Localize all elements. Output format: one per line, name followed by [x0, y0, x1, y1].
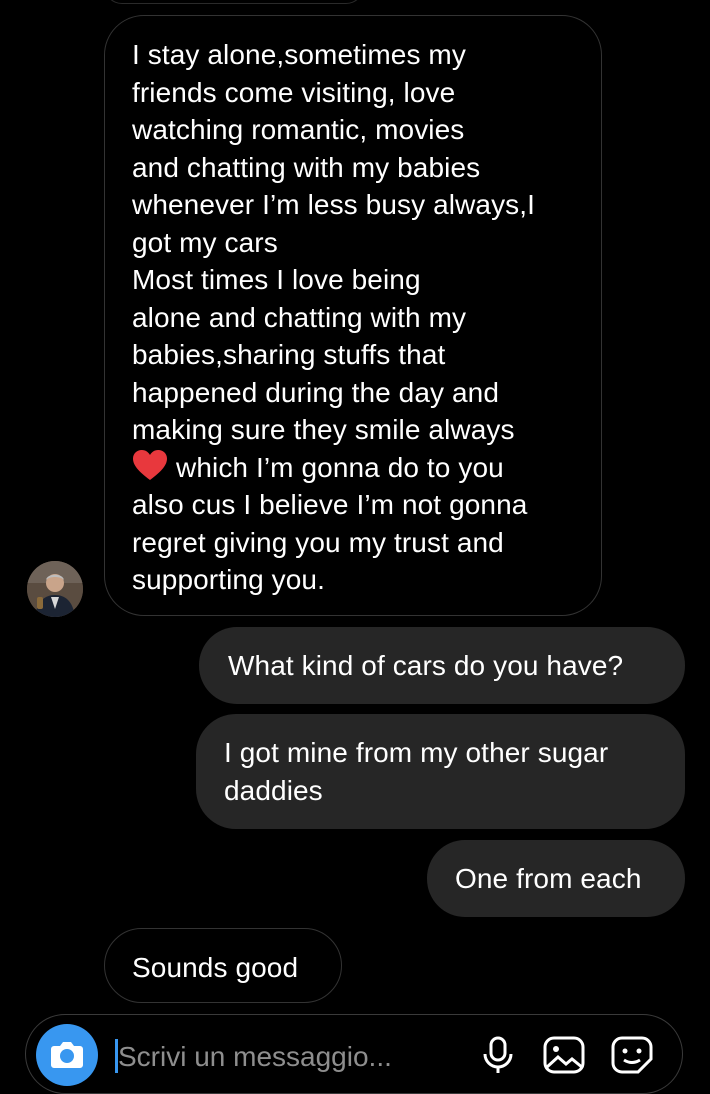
sticker-icon[interactable]	[610, 1035, 654, 1075]
message-text-continued: which I’m gonna do to you also cus I bel…	[132, 451, 528, 596]
incoming-message-bubble[interactable]: I stay alone,sometimes my friends come v…	[104, 15, 602, 616]
message-text: What kind of cars do you have?	[228, 650, 624, 681]
message-composer	[25, 1014, 683, 1094]
camera-icon	[51, 1042, 83, 1068]
gallery-icon[interactable]	[542, 1035, 586, 1075]
message-text: One from each	[455, 863, 642, 894]
red-heart-emoji-icon	[133, 449, 167, 480]
message-text: I got mine from my other sugar daddies	[224, 737, 609, 806]
outgoing-message-bubble[interactable]: What kind of cars do you have?	[199, 627, 685, 704]
mic-icon[interactable]	[478, 1035, 518, 1075]
message-text: I stay alone,sometimes my friends come v…	[132, 39, 536, 445]
incoming-message-bubble[interactable]: Sounds good	[104, 928, 342, 1003]
previous-message-bubble-edge	[104, 0, 364, 4]
message-text: Sounds good	[132, 952, 299, 983]
outgoing-message-bubble[interactable]: One from each	[427, 840, 685, 917]
outgoing-message-bubble[interactable]: I got mine from my other sugar daddies	[196, 714, 685, 829]
camera-button[interactable]	[36, 1024, 98, 1086]
sender-avatar[interactable]	[27, 561, 83, 617]
avatar-photo-icon	[27, 561, 83, 617]
message-input[interactable]	[118, 1037, 418, 1077]
